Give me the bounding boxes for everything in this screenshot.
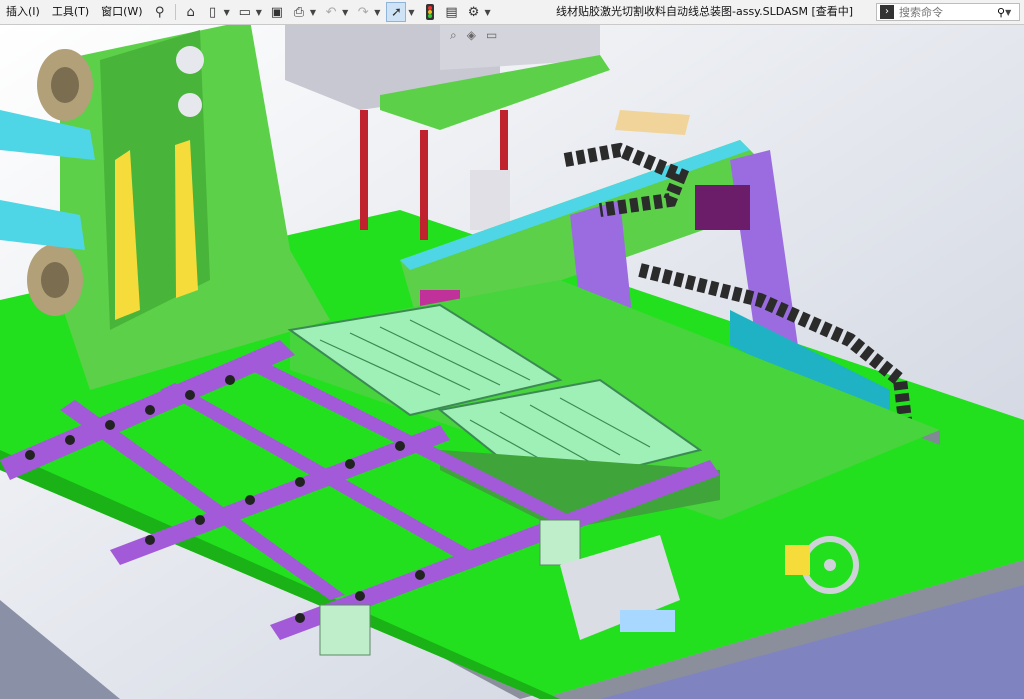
rebuild-traffic-light-icon[interactable] — [421, 3, 439, 21]
toolbar-separator — [174, 4, 176, 20]
select-dropdown-caret[interactable]: ▼ — [408, 8, 414, 17]
mount-hole — [178, 93, 202, 117]
assembly-3d-view[interactable] — [0, 25, 1024, 699]
redo-dropdown-caret[interactable]: ▼ — [374, 8, 380, 17]
select-cursor-icon[interactable]: ➚ — [386, 2, 407, 22]
redo-icon[interactable]: ↷ — [354, 3, 372, 21]
menu-insert[interactable]: 插入(I) — [0, 0, 46, 24]
display-style-icon[interactable]: ◈ — [467, 28, 476, 43]
home-icon[interactable]: ⌂ — [182, 3, 200, 21]
menu-window[interactable]: 窗口(W) — [95, 0, 148, 24]
print-dropdown-caret[interactable]: ▼ — [310, 8, 316, 17]
motor-housing — [539, 519, 581, 566]
undo-icon[interactable]: ↶ — [322, 3, 340, 21]
title-bar: 插入(I) 工具(T) 窗口(W) ⚲ ⌂ ▯ ▼ ▭ ▼ ▣ ⎙ ▼ ↶ ▼ ↷ ▼ ➚… — [0, 0, 1024, 25]
save-icon[interactable]: ▣ — [268, 3, 286, 21]
file-properties-icon[interactable]: ▤ — [443, 3, 461, 21]
mount-hole — [176, 46, 204, 74]
cylinder — [470, 170, 510, 230]
search-dropdown-caret[interactable]: ▼ — [1005, 8, 1011, 17]
options-dropdown-caret[interactable]: ▼ — [485, 8, 491, 17]
pin-icon[interactable]: ⚲ — [151, 3, 169, 21]
motor-block — [695, 185, 750, 230]
red-guide-rod — [360, 110, 368, 230]
print-icon[interactable]: ⎙ — [290, 3, 308, 21]
undo-dropdown-caret[interactable]: ▼ — [342, 8, 348, 17]
gear-icon[interactable]: ⚙ — [465, 3, 483, 21]
command-prompt-icon: › — [880, 5, 894, 19]
zoom-to-fit-icon[interactable]: ⌕ — [450, 28, 457, 43]
menu-tools[interactable]: 工具(T) — [46, 0, 95, 24]
view-heads-up-toolbar: ⌕ ◈ ▭ — [450, 28, 497, 43]
command-search-box[interactable]: › ⚲ ▼ — [876, 3, 1020, 21]
connector-block — [620, 610, 675, 632]
new-document-icon[interactable]: ▯ — [204, 3, 222, 21]
search-input[interactable] — [897, 5, 993, 19]
graphics-area[interactable] — [0, 25, 1024, 699]
open-dropdown-caret[interactable]: ▼ — [256, 8, 262, 17]
handwheel-bearing — [785, 545, 810, 575]
red-guide-rod — [420, 130, 428, 240]
new-dropdown-caret[interactable]: ▼ — [224, 8, 230, 17]
search-icon[interactable]: ⚲ — [997, 6, 1005, 19]
document-title: 线材贴胶激光切割收料自动线总装图-assy.SLDASM [查看中] — [556, 5, 854, 18]
motor-housing — [319, 604, 371, 656]
monitor-icon[interactable]: ▭ — [486, 28, 497, 43]
open-folder-icon[interactable]: ▭ — [236, 3, 254, 21]
